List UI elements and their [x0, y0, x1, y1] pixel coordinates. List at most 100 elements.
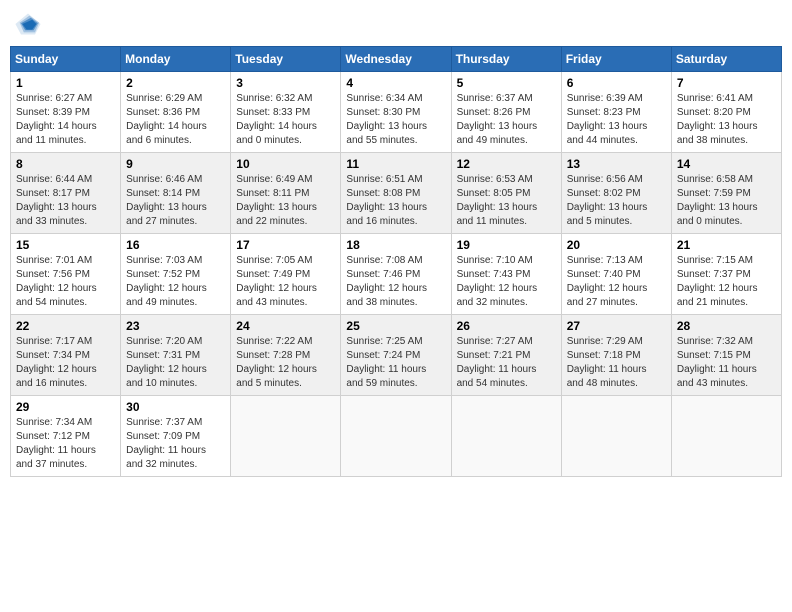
sunrise-label: Sunrise: 6:51 AM	[346, 174, 422, 185]
sunrise-label: Sunrise: 7:01 AM	[16, 255, 92, 266]
sunset-label: Sunset: 7:52 PM	[126, 269, 200, 280]
calendar-day-cell: 27 Sunrise: 7:29 AM Sunset: 7:18 PM Dayl…	[561, 315, 671, 396]
day-of-week-header: Friday	[561, 47, 671, 72]
day-info: Sunrise: 7:20 AM Sunset: 7:31 PM Dayligh…	[126, 335, 225, 391]
day-info: Sunrise: 7:08 AM Sunset: 7:46 PM Dayligh…	[346, 254, 445, 310]
day-number: 19	[457, 238, 556, 252]
daylight-label: Daylight: 13 hours and 49 minutes.	[457, 121, 538, 146]
day-number: 2	[126, 76, 225, 90]
day-of-week-header: Wednesday	[341, 47, 451, 72]
sunset-label: Sunset: 8:30 PM	[346, 107, 420, 118]
day-info: Sunrise: 6:58 AM Sunset: 7:59 PM Dayligh…	[677, 173, 776, 229]
day-number: 22	[16, 319, 115, 333]
daylight-label: Daylight: 11 hours and 43 minutes.	[677, 364, 757, 389]
day-number: 20	[567, 238, 666, 252]
day-number: 7	[677, 76, 776, 90]
sunset-label: Sunset: 7:56 PM	[16, 269, 90, 280]
calendar-week-row: 22 Sunrise: 7:17 AM Sunset: 7:34 PM Dayl…	[11, 315, 782, 396]
calendar-table: SundayMondayTuesdayWednesdayThursdayFrid…	[10, 46, 782, 477]
calendar-day-cell: 11 Sunrise: 6:51 AM Sunset: 8:08 PM Dayl…	[341, 153, 451, 234]
sunrise-label: Sunrise: 6:29 AM	[126, 93, 202, 104]
calendar-day-cell: 29 Sunrise: 7:34 AM Sunset: 7:12 PM Dayl…	[11, 396, 121, 477]
sunset-label: Sunset: 8:33 PM	[236, 107, 310, 118]
page-header	[10, 10, 782, 38]
calendar-day-cell: 25 Sunrise: 7:25 AM Sunset: 7:24 PM Dayl…	[341, 315, 451, 396]
calendar-day-cell: 21 Sunrise: 7:15 AM Sunset: 7:37 PM Dayl…	[671, 234, 781, 315]
day-info: Sunrise: 7:34 AM Sunset: 7:12 PM Dayligh…	[16, 416, 115, 472]
sunrise-label: Sunrise: 7:34 AM	[16, 417, 92, 428]
sunrise-label: Sunrise: 7:20 AM	[126, 336, 202, 347]
sunset-label: Sunset: 7:49 PM	[236, 269, 310, 280]
day-info: Sunrise: 7:05 AM Sunset: 7:49 PM Dayligh…	[236, 254, 335, 310]
sunrise-label: Sunrise: 6:58 AM	[677, 174, 753, 185]
daylight-label: Daylight: 13 hours and 27 minutes.	[126, 202, 207, 227]
sunrise-label: Sunrise: 7:32 AM	[677, 336, 753, 347]
sunset-label: Sunset: 8:02 PM	[567, 188, 641, 199]
calendar-day-cell: 9 Sunrise: 6:46 AM Sunset: 8:14 PM Dayli…	[121, 153, 231, 234]
calendar-day-cell: 6 Sunrise: 6:39 AM Sunset: 8:23 PM Dayli…	[561, 72, 671, 153]
daylight-label: Daylight: 13 hours and 0 minutes.	[677, 202, 758, 227]
day-info: Sunrise: 7:03 AM Sunset: 7:52 PM Dayligh…	[126, 254, 225, 310]
daylight-label: Daylight: 12 hours and 21 minutes.	[677, 283, 758, 308]
day-number: 28	[677, 319, 776, 333]
day-info: Sunrise: 7:32 AM Sunset: 7:15 PM Dayligh…	[677, 335, 776, 391]
sunrise-label: Sunrise: 7:37 AM	[126, 417, 202, 428]
sunrise-label: Sunrise: 6:49 AM	[236, 174, 312, 185]
sunset-label: Sunset: 8:20 PM	[677, 107, 751, 118]
sunset-label: Sunset: 7:24 PM	[346, 350, 420, 361]
calendar-week-row: 29 Sunrise: 7:34 AM Sunset: 7:12 PM Dayl…	[11, 396, 782, 477]
day-of-week-header: Thursday	[451, 47, 561, 72]
sunset-label: Sunset: 7:21 PM	[457, 350, 531, 361]
sunrise-label: Sunrise: 6:34 AM	[346, 93, 422, 104]
day-number: 9	[126, 157, 225, 171]
daylight-label: Daylight: 14 hours and 6 minutes.	[126, 121, 207, 146]
sunset-label: Sunset: 8:05 PM	[457, 188, 531, 199]
day-number: 17	[236, 238, 335, 252]
daylight-label: Daylight: 11 hours and 48 minutes.	[567, 364, 647, 389]
day-info: Sunrise: 6:44 AM Sunset: 8:17 PM Dayligh…	[16, 173, 115, 229]
calendar-header-row: SundayMondayTuesdayWednesdayThursdayFrid…	[11, 47, 782, 72]
sunrise-label: Sunrise: 7:10 AM	[457, 255, 533, 266]
calendar-day-cell: 8 Sunrise: 6:44 AM Sunset: 8:17 PM Dayli…	[11, 153, 121, 234]
daylight-label: Daylight: 12 hours and 43 minutes.	[236, 283, 317, 308]
day-info: Sunrise: 6:39 AM Sunset: 8:23 PM Dayligh…	[567, 92, 666, 148]
day-number: 15	[16, 238, 115, 252]
day-of-week-header: Tuesday	[231, 47, 341, 72]
day-info: Sunrise: 6:34 AM Sunset: 8:30 PM Dayligh…	[346, 92, 445, 148]
daylight-label: Daylight: 11 hours and 59 minutes.	[346, 364, 426, 389]
day-info: Sunrise: 7:22 AM Sunset: 7:28 PM Dayligh…	[236, 335, 335, 391]
sunset-label: Sunset: 8:17 PM	[16, 188, 90, 199]
day-info: Sunrise: 7:10 AM Sunset: 7:43 PM Dayligh…	[457, 254, 556, 310]
logo	[14, 10, 44, 38]
calendar-day-cell	[451, 396, 561, 477]
sunset-label: Sunset: 8:08 PM	[346, 188, 420, 199]
sunset-label: Sunset: 7:18 PM	[567, 350, 641, 361]
sunrise-label: Sunrise: 7:27 AM	[457, 336, 533, 347]
calendar-day-cell: 30 Sunrise: 7:37 AM Sunset: 7:09 PM Dayl…	[121, 396, 231, 477]
day-number: 16	[126, 238, 225, 252]
day-info: Sunrise: 7:29 AM Sunset: 7:18 PM Dayligh…	[567, 335, 666, 391]
sunrise-label: Sunrise: 7:05 AM	[236, 255, 312, 266]
day-number: 30	[126, 400, 225, 414]
daylight-label: Daylight: 14 hours and 0 minutes.	[236, 121, 317, 146]
calendar-day-cell: 23 Sunrise: 7:20 AM Sunset: 7:31 PM Dayl…	[121, 315, 231, 396]
sunrise-label: Sunrise: 7:08 AM	[346, 255, 422, 266]
calendar-day-cell	[231, 396, 341, 477]
calendar-day-cell: 26 Sunrise: 7:27 AM Sunset: 7:21 PM Dayl…	[451, 315, 561, 396]
sunset-label: Sunset: 8:23 PM	[567, 107, 641, 118]
sunset-label: Sunset: 7:46 PM	[346, 269, 420, 280]
sunset-label: Sunset: 8:11 PM	[236, 188, 309, 199]
day-info: Sunrise: 7:15 AM Sunset: 7:37 PM Dayligh…	[677, 254, 776, 310]
day-number: 13	[567, 157, 666, 171]
day-number: 23	[126, 319, 225, 333]
calendar-day-cell: 24 Sunrise: 7:22 AM Sunset: 7:28 PM Dayl…	[231, 315, 341, 396]
day-info: Sunrise: 6:27 AM Sunset: 8:39 PM Dayligh…	[16, 92, 115, 148]
calendar-day-cell: 7 Sunrise: 6:41 AM Sunset: 8:20 PM Dayli…	[671, 72, 781, 153]
calendar-day-cell: 28 Sunrise: 7:32 AM Sunset: 7:15 PM Dayl…	[671, 315, 781, 396]
calendar-day-cell: 15 Sunrise: 7:01 AM Sunset: 7:56 PM Dayl…	[11, 234, 121, 315]
sunrise-label: Sunrise: 6:41 AM	[677, 93, 753, 104]
day-info: Sunrise: 6:53 AM Sunset: 8:05 PM Dayligh…	[457, 173, 556, 229]
sunset-label: Sunset: 7:34 PM	[16, 350, 90, 361]
sunrise-label: Sunrise: 6:27 AM	[16, 93, 92, 104]
sunrise-label: Sunrise: 7:03 AM	[126, 255, 202, 266]
